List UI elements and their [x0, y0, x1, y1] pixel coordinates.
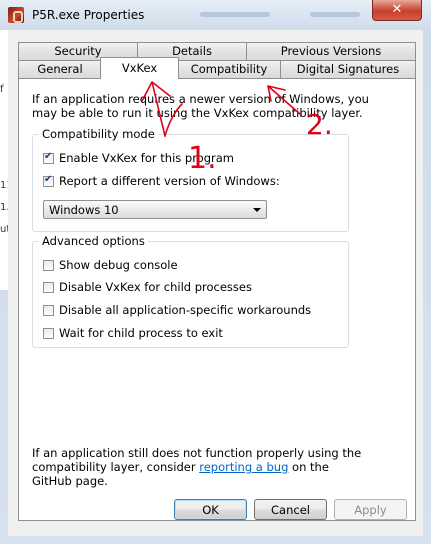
- blurred-background-text: [200, 12, 270, 17]
- tab-label: VxKex: [121, 61, 158, 75]
- tab-label: Digital Signatures: [296, 62, 400, 76]
- tab-compatibility[interactable]: Compatibility: [177, 60, 281, 78]
- group-title: Compatibility mode: [39, 127, 158, 141]
- disable-child-processes-checkbox[interactable]: Disable VxKex for child processes: [43, 280, 252, 294]
- report-bug-link[interactable]: reporting a bug: [199, 460, 288, 474]
- tab-label: Details: [172, 44, 212, 58]
- checkbox-label: Disable all application-specific workaro…: [59, 303, 312, 317]
- tab-label: General: [37, 62, 83, 76]
- windows-version-dropdown[interactable]: Windows 10: [43, 200, 267, 219]
- checkbox-unchecked-icon[interactable]: [43, 304, 54, 316]
- tab-label: Security: [54, 44, 102, 58]
- tab-vxkex[interactable]: VxKex: [100, 57, 179, 79]
- enable-vxkex-checkbox[interactable]: Enable VxKex for this program: [43, 151, 234, 165]
- dropdown-arrow-icon[interactable]: [253, 208, 261, 212]
- apply-button[interactable]: Apply: [334, 499, 407, 520]
- ok-button[interactable]: OK: [174, 499, 247, 520]
- report-version-checkbox[interactable]: Report a different version of Windows:: [43, 174, 280, 188]
- checkbox-checked-icon[interactable]: [43, 151, 54, 164]
- advanced-options-group: Advanced options Show debug console Disa…: [32, 234, 349, 348]
- disable-workarounds-checkbox[interactable]: Disable all application-specific workaro…: [43, 303, 311, 317]
- checkbox-label: Show debug console: [59, 258, 178, 272]
- window-title: P5R.exe Properties: [32, 8, 145, 22]
- footer-text: If an application still does not functio…: [32, 446, 362, 488]
- tab-digital-signatures[interactable]: Digital Signatures: [280, 60, 416, 78]
- tab-label: Previous Versions: [280, 44, 382, 58]
- show-debug-console-checkbox[interactable]: Show debug console: [43, 258, 178, 272]
- checkbox-label: Report a different version of Windows:: [59, 174, 280, 188]
- title-bar[interactable]: P5R.exe Properties ✕: [0, 0, 431, 30]
- tab-general[interactable]: General: [18, 60, 102, 78]
- intro-text: If an application requires a newer versi…: [32, 92, 369, 120]
- checkbox-checked-icon[interactable]: [43, 174, 54, 187]
- cancel-button[interactable]: Cancel: [254, 499, 327, 520]
- dialog-client: Security Details Previous Versions Gener…: [8, 30, 423, 536]
- dropdown-value: Windows 10: [49, 203, 119, 217]
- wait-child-exit-checkbox[interactable]: Wait for child process to exit: [43, 326, 223, 340]
- tab-previous-versions[interactable]: Previous Versions: [246, 42, 416, 60]
- app-icon: [8, 7, 24, 23]
- close-button[interactable]: ✕: [372, 0, 422, 21]
- checkbox-unchecked-icon[interactable]: [43, 281, 54, 293]
- checkbox-unchecked-icon[interactable]: [43, 259, 54, 271]
- checkbox-label: Disable VxKex for child processes: [59, 280, 252, 294]
- group-title: Advanced options: [39, 234, 148, 248]
- background-text: f: [0, 84, 4, 95]
- checkbox-unchecked-icon[interactable]: [43, 327, 54, 339]
- properties-window: f 11 1.li ut P5R.exe Properties ✕ Securi…: [0, 0, 431, 544]
- checkbox-label: Wait for child process to exit: [59, 326, 223, 340]
- blurred-background-text: [310, 12, 360, 17]
- compatibility-mode-group: Compatibility mode Enable VxKex for this…: [32, 127, 349, 232]
- tab-label: Compatibility: [190, 62, 268, 76]
- checkbox-label: Enable VxKex for this program: [59, 151, 234, 165]
